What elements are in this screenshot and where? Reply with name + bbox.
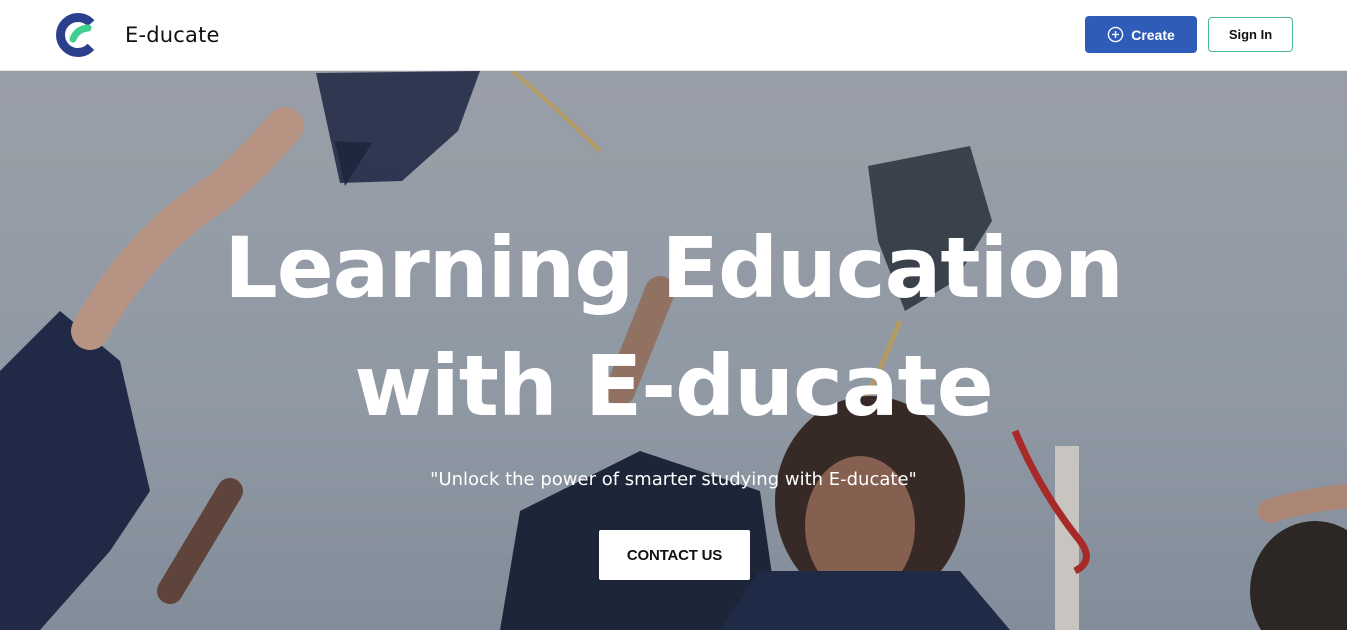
brand[interactable]: E-ducate bbox=[55, 12, 220, 58]
e-ducate-logo[interactable] bbox=[55, 12, 101, 58]
hero-section: Learning Education with E-ducate "Unlock… bbox=[0, 71, 1347, 630]
sign-in-button[interactable]: Sign In bbox=[1208, 17, 1293, 52]
plus-circle-icon bbox=[1107, 26, 1124, 43]
hero-title: Learning Education with E-ducate bbox=[0, 209, 1347, 445]
top-navbar: E-ducate Create Sign In bbox=[0, 0, 1347, 71]
create-button[interactable]: Create bbox=[1085, 16, 1197, 53]
contact-us-button[interactable]: CONTACT US bbox=[599, 530, 750, 580]
hero-title-line-2: with E-ducate bbox=[354, 337, 993, 435]
brand-name: E-ducate bbox=[125, 23, 220, 47]
hero-subtitle: "Unlock the power of smarter studying wi… bbox=[430, 469, 917, 490]
create-button-label: Create bbox=[1131, 26, 1175, 43]
hero-title-line-1: Learning Education bbox=[224, 219, 1124, 317]
